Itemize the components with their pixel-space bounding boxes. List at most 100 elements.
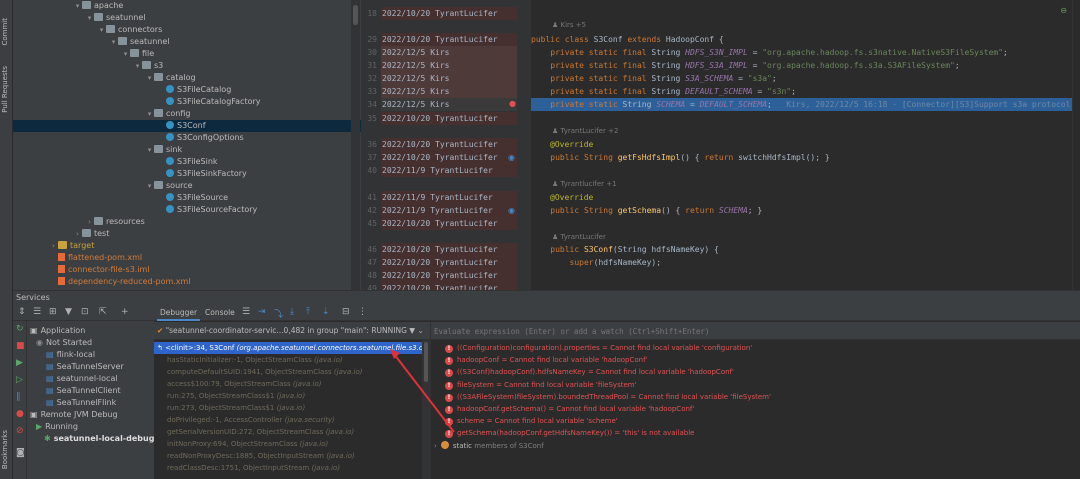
service-item[interactable]: ▣ Remote JVM Debug	[30, 409, 118, 421]
stack-frame[interactable]: hasStaticInitializer:-1, ObjectStreamCla…	[154, 354, 422, 366]
evaluate-input[interactable]	[434, 325, 1074, 337]
chevron-right-icon[interactable]: ›	[73, 228, 82, 240]
tree-item[interactable]: S3ConfigOptions	[13, 132, 361, 144]
stack-frame[interactable]: run:275, ObjectStreamClass$1 (java.io)	[154, 390, 422, 402]
bookmarks-tool-tab[interactable]: Bookmarks	[1, 430, 9, 469]
override-icon[interactable]: ◉	[508, 153, 515, 162]
tree-item[interactable]: ▾ s3	[13, 60, 361, 72]
add-service-icon[interactable]: +	[121, 307, 129, 317]
stack-frame[interactable]: run:273, ObjectStreamClass$1 (java.io)	[154, 402, 422, 414]
stack-frame[interactable]: initNonProxy:694, ObjectStreamClass (jav…	[154, 438, 422, 450]
tree-item[interactable]: ▾ config	[13, 108, 361, 120]
mute-breakpoints-icon[interactable]: ⊘	[16, 426, 24, 436]
blame-row[interactable]: 41 2022/11/9 TyrantLucifer	[361, 191, 531, 204]
more-icon[interactable]: ⋮	[358, 307, 367, 317]
evaluate-icon[interactable]: ⊟	[342, 307, 350, 317]
chevron-right-icon[interactable]: ›	[434, 442, 437, 450]
chevron-down-icon[interactable]: ⌄	[417, 326, 423, 335]
tree-item[interactable]: › target	[13, 240, 361, 252]
tree-item[interactable]: ▾ seatunnel	[13, 12, 361, 24]
chevron-down-icon[interactable]: ▾	[145, 108, 154, 120]
tree-item[interactable]: S3FileSource	[13, 192, 361, 204]
watch-item[interactable]: ! getSchema(hadoopConf.getHdfsNameKey()) …	[445, 427, 694, 439]
tree-item[interactable]: › resources	[13, 216, 361, 228]
chevron-down-icon[interactable]: ▾	[133, 60, 142, 72]
stack-frame[interactable]: readClassDesc:1751, ObjectInputStream (j…	[154, 462, 422, 474]
watch-item[interactable]: ! ((S3AFileSystem)fileSystem).boundedThre…	[445, 391, 771, 403]
chevron-down-icon[interactable]: ▾	[145, 180, 154, 192]
tree-item[interactable]: ▾ file	[13, 48, 361, 60]
filter-icon[interactable]: ▼	[65, 307, 72, 317]
stack-frame[interactable]: computeDefaultSUID:1941, ObjectStreamCla…	[154, 366, 422, 378]
static-members-row[interactable]: › static members of S3Conf	[434, 440, 544, 452]
watch-item[interactable]: ! hadoopConf.getSchema() = Cannot find lo…	[445, 403, 694, 415]
run-to-cursor-icon[interactable]: ⇣	[322, 307, 330, 317]
frames-scrollbar[interactable]	[422, 340, 430, 479]
tree-item[interactable]: S3FileSourceFactory	[13, 204, 361, 216]
pull-requests-tool-tab[interactable]: Pull Requests	[1, 66, 9, 113]
stack-frame[interactable]: getSerialVersionUID:272, ObjectStreamCla…	[154, 426, 422, 438]
show-execution-point-icon[interactable]: ⇥	[258, 307, 266, 317]
filter-icon[interactable]: ▼	[409, 326, 415, 335]
watch-item[interactable]: ! ((S3Conf)hadoopConf).hdfsNameKey = Cann…	[445, 366, 734, 378]
watch-item[interactable]: ! fileSystem = Cannot find local variable…	[445, 379, 637, 391]
blame-row[interactable]: 30 2022/12/5 Kirs	[361, 46, 531, 59]
chevron-down-icon[interactable]: ▾	[85, 12, 94, 24]
service-item[interactable]: ▶ Running	[36, 421, 78, 433]
editor-scrollbar[interactable]	[1072, 0, 1080, 290]
jump-icon[interactable]: ⇱	[99, 307, 107, 317]
rerun-icon[interactable]: ↻	[16, 324, 24, 334]
tree-item[interactable]: S3FileCatalogFactory	[13, 96, 361, 108]
camera-icon[interactable]: ◙	[16, 448, 25, 458]
chevron-down-icon[interactable]: ▾	[145, 144, 154, 156]
pause-icon[interactable]: ∥	[16, 392, 21, 402]
chevron-down-icon[interactable]: ▾	[121, 48, 130, 60]
code-editor[interactable]: ⊖ ♟ Kirs +5 public class S3Conf extends …	[531, 0, 1080, 290]
service-item[interactable]: ✱seatunnel-local-debug-remote	[44, 433, 154, 445]
service-item[interactable]: ▣ Application	[30, 325, 85, 337]
override-icon-2[interactable]: ◉	[508, 206, 515, 215]
blame-row[interactable]: 42 2022/11/9 TyrantLucifer	[361, 204, 531, 217]
group-icon[interactable]: ⊞	[49, 307, 57, 317]
blame-row[interactable]: 49 2022/10/20 TyrantLucifer	[361, 282, 531, 290]
blame-row[interactable]: 18 2022/10/20 TyrantLucifer	[361, 7, 531, 20]
tree-item[interactable]: ▾ catalog	[13, 72, 361, 84]
blame-row[interactable]: 29 2022/10/20 TyrantLucifer	[361, 33, 531, 46]
blame-row[interactable]: 46 2022/10/20 TyrantLucifer	[361, 243, 531, 256]
blame-row[interactable]: 36 2022/10/20 TyrantLucifer	[361, 138, 531, 151]
blame-row[interactable]: 35 2022/10/20 TyrantLucifer	[361, 112, 531, 125]
tree-item[interactable]: ▾ connectors	[13, 24, 361, 36]
reader-mode-icon[interactable]: ⊖	[1060, 6, 1067, 15]
collapse-all-icon[interactable]: ☰	[33, 307, 41, 317]
service-item[interactable]: ▤ seatunnel-local	[46, 373, 118, 385]
expand-all-icon[interactable]: ⇕	[18, 307, 26, 317]
watch-item[interactable]: ! scheme = Cannot find local variable 'sc…	[445, 415, 618, 427]
tree-item[interactable]: ▾ sink	[13, 144, 361, 156]
stack-frame[interactable]: doPrivileged:-1, AccessController (java.…	[154, 414, 422, 426]
step-into-icon[interactable]: ⤓	[290, 307, 294, 317]
blame-row[interactable]: 48 2022/10/20 TyrantLucifer	[361, 269, 531, 282]
layout-icon[interactable]: ⊡	[81, 307, 89, 317]
tree-item[interactable]: dependency-reduced-pom.xml	[13, 276, 361, 288]
blame-row[interactable]: 40 2022/11/9 TyrantLucifer	[361, 164, 531, 177]
project-tree-scrollbar[interactable]	[351, 0, 360, 290]
service-item[interactable]: ▤ flink-local	[46, 349, 95, 361]
tree-item[interactable]: › test	[13, 228, 361, 240]
stack-frame[interactable]: readNonProxyDesc:1885, ObjectInputStream…	[154, 450, 422, 462]
blame-row[interactable]: 32 2022/12/5 Kirs	[361, 72, 531, 85]
service-item[interactable]: ▤ SeaTunnelServer	[46, 361, 124, 373]
stack-frame[interactable]: ↰ <clinit>:34, S3Conf (org.apache.seatun…	[154, 342, 422, 354]
chevron-down-icon[interactable]: ▾	[109, 36, 118, 48]
thread-selector[interactable]: ✔ "seatunnel-coordinator-servic...0,482 …	[154, 322, 430, 340]
chevron-right-icon[interactable]: ›	[85, 216, 94, 228]
blame-row[interactable]: 45 2022/10/20 TyrantLucifer	[361, 217, 531, 230]
chevron-down-icon[interactable]: ▾	[73, 0, 82, 12]
blame-row[interactable]: 37 2022/10/20 TyrantLucifer	[361, 151, 531, 164]
chevron-down-icon[interactable]: ▾	[97, 24, 106, 36]
tab-console[interactable]: Console	[202, 304, 238, 321]
service-item[interactable]: ▤ SeaTunnelFlink	[46, 397, 116, 409]
tree-item[interactable]: ▾ source	[13, 180, 361, 192]
blame-row[interactable]: 34 2022/12/5 Kirs	[361, 98, 531, 111]
chevron-right-icon[interactable]: ›	[49, 240, 58, 252]
tab-debugger[interactable]: Debugger	[157, 304, 201, 321]
